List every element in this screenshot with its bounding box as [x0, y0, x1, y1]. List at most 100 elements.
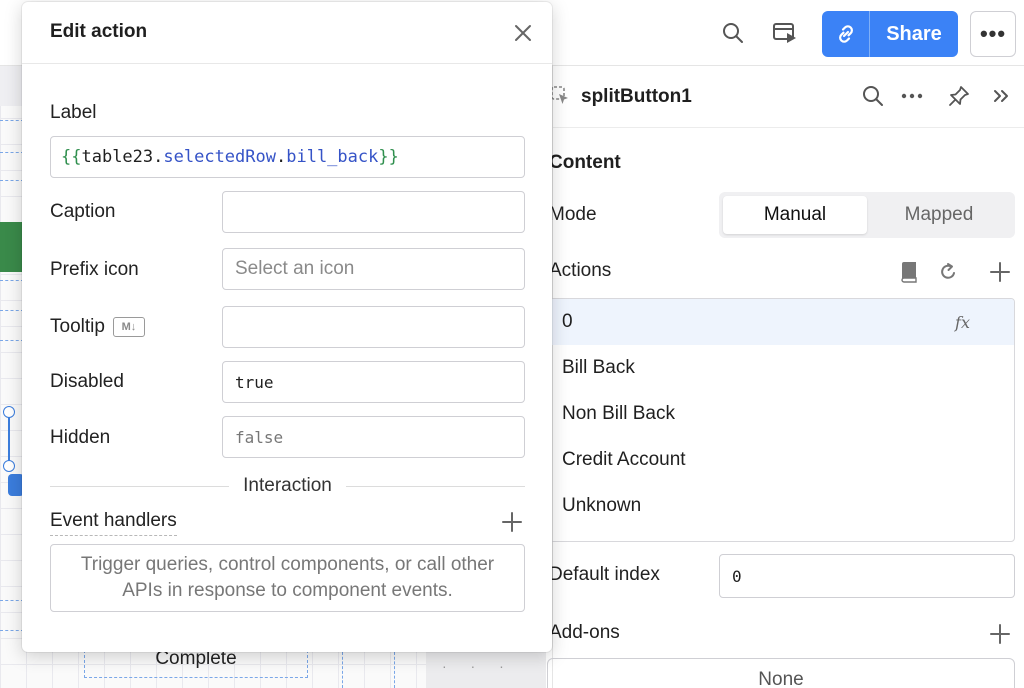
token-object: table23 — [81, 147, 154, 167]
mode-option-mapped[interactable]: Mapped — [867, 196, 1011, 234]
collapse-panel-button[interactable] — [987, 82, 1015, 110]
close-modal-button[interactable] — [510, 20, 536, 46]
interaction-heading: Interaction — [243, 475, 332, 496]
canvas-guide — [342, 652, 343, 688]
action-item-label: 0 — [562, 311, 573, 332]
plus-icon — [502, 512, 522, 532]
action-item[interactable]: 0 fx — [550, 299, 1014, 345]
disabled-input[interactable]: true — [222, 361, 525, 403]
add-addon-button[interactable] — [989, 620, 1011, 648]
search-icon — [723, 23, 743, 43]
ellipsis-icon — [901, 93, 923, 99]
modal-header: Edit action — [22, 2, 552, 64]
selection-edge — [8, 412, 10, 466]
preview-button[interactable] — [770, 18, 800, 48]
inspector-header: splitButton1 — [551, 66, 1024, 128]
actions-list: 0 fx Bill Back Non Bill Back Credit Acco… — [549, 298, 1015, 542]
event-handlers-label[interactable]: Event handlers — [50, 510, 177, 536]
inspector-panel: splitButton1 Content Mode Manual Mapped … — [547, 66, 1024, 688]
token-property: selectedRow — [163, 147, 276, 167]
action-item-label: Credit Account — [562, 449, 686, 470]
actions-label: Actions — [549, 260, 612, 281]
add-action-button[interactable] — [989, 258, 1011, 286]
addons-none-button[interactable]: None — [547, 658, 1015, 688]
plus-icon — [990, 262, 1010, 282]
label-field-label: Label — [50, 102, 97, 123]
caption-label: Caption — [50, 201, 116, 222]
default-index-label: Default index — [549, 564, 660, 585]
share-button-group: Share — [822, 11, 958, 57]
fx-icon: fx — [955, 313, 970, 332]
search-button[interactable] — [718, 18, 748, 48]
search-icon — [863, 86, 883, 106]
canvas-guide — [394, 652, 395, 688]
interaction-divider: Interaction — [50, 472, 526, 500]
mode-option-manual[interactable]: Manual — [723, 196, 867, 234]
actions-docs-button[interactable] — [899, 258, 919, 286]
tooltip-label-text: Tooltip — [50, 316, 105, 337]
actions-reset-button[interactable] — [937, 258, 959, 286]
action-item[interactable]: Credit Account — [550, 437, 1014, 483]
canvas-guide — [0, 630, 24, 631]
hidden-label: Hidden — [50, 427, 111, 448]
undo-loop-icon — [941, 263, 955, 279]
disabled-label: Disabled — [50, 371, 124, 392]
caption-input[interactable] — [222, 191, 525, 233]
action-item-label: Unknown — [562, 495, 642, 516]
token-open-brace: {{ — [61, 147, 82, 167]
plus-icon — [990, 624, 1010, 644]
copy-link-button[interactable] — [822, 11, 870, 57]
pin-button[interactable] — [945, 82, 973, 110]
canvas-guide — [0, 340, 24, 341]
resize-handle[interactable] — [3, 406, 15, 418]
drag-dots-icon: · · · — [442, 658, 514, 674]
action-item[interactable]: Non Bill Back — [550, 391, 1014, 437]
pin-icon — [949, 86, 969, 106]
prefix-icon-label: Prefix icon — [50, 259, 139, 280]
content-section-title[interactable]: Content — [549, 152, 621, 174]
token-dot: . — [275, 147, 287, 167]
canvas-green-component[interactable] — [0, 222, 24, 272]
inspector-more-button[interactable] — [898, 82, 926, 110]
action-item[interactable]: Bill Back — [550, 345, 1014, 391]
action-item-label: Bill Back — [562, 357, 635, 378]
event-handlers-empty-state: Trigger queries, control components, or … — [50, 544, 525, 612]
canvas-guide — [0, 152, 24, 153]
edit-action-modal: Edit action Label {{table23. selectedRow.… — [22, 2, 552, 652]
canvas-guide — [0, 120, 24, 121]
component-cursor-icon — [551, 86, 568, 104]
more-options-button[interactable]: ••• — [970, 11, 1016, 57]
token-property: bill_back — [286, 147, 379, 167]
canvas-guide — [0, 180, 24, 181]
component-name[interactable]: splitButton1 — [581, 86, 692, 108]
tooltip-label: Tooltip M↓ — [50, 316, 145, 338]
add-event-handler-button[interactable] — [500, 510, 524, 534]
share-button[interactable]: Share — [870, 11, 958, 57]
default-index-input[interactable]: 0 — [719, 554, 1015, 598]
hidden-input[interactable]: false — [222, 416, 525, 458]
divider-line — [50, 485, 230, 487]
divider-line — [345, 485, 526, 487]
modal-title: Edit action — [50, 21, 148, 42]
book-icon — [901, 262, 917, 283]
preview-play-icon — [773, 23, 796, 43]
mode-label: Mode — [549, 204, 597, 225]
canvas-guide — [0, 600, 24, 601]
tooltip-input[interactable] — [222, 306, 525, 348]
addons-section-title[interactable]: Add-ons — [549, 622, 620, 644]
token-close-brace: }} — [378, 147, 399, 167]
link-icon — [838, 25, 853, 43]
action-item[interactable]: Unknown — [550, 483, 1014, 529]
markdown-icon: M↓ — [112, 317, 145, 337]
close-icon — [515, 25, 531, 41]
canvas-header-strip — [0, 66, 24, 106]
prefix-icon-select[interactable]: Select an icon — [222, 248, 525, 290]
resize-handle[interactable] — [3, 460, 15, 472]
inspector-search-button[interactable] — [859, 82, 887, 110]
canvas-guide — [0, 280, 24, 281]
canvas-guide — [0, 310, 24, 311]
label-code-input[interactable]: {{table23. selectedRow. bill_back}} — [50, 136, 525, 178]
action-item-label: Non Bill Back — [562, 403, 675, 424]
mode-toggle: Manual Mapped — [719, 192, 1015, 238]
double-chevron-right-icon — [994, 90, 1008, 102]
